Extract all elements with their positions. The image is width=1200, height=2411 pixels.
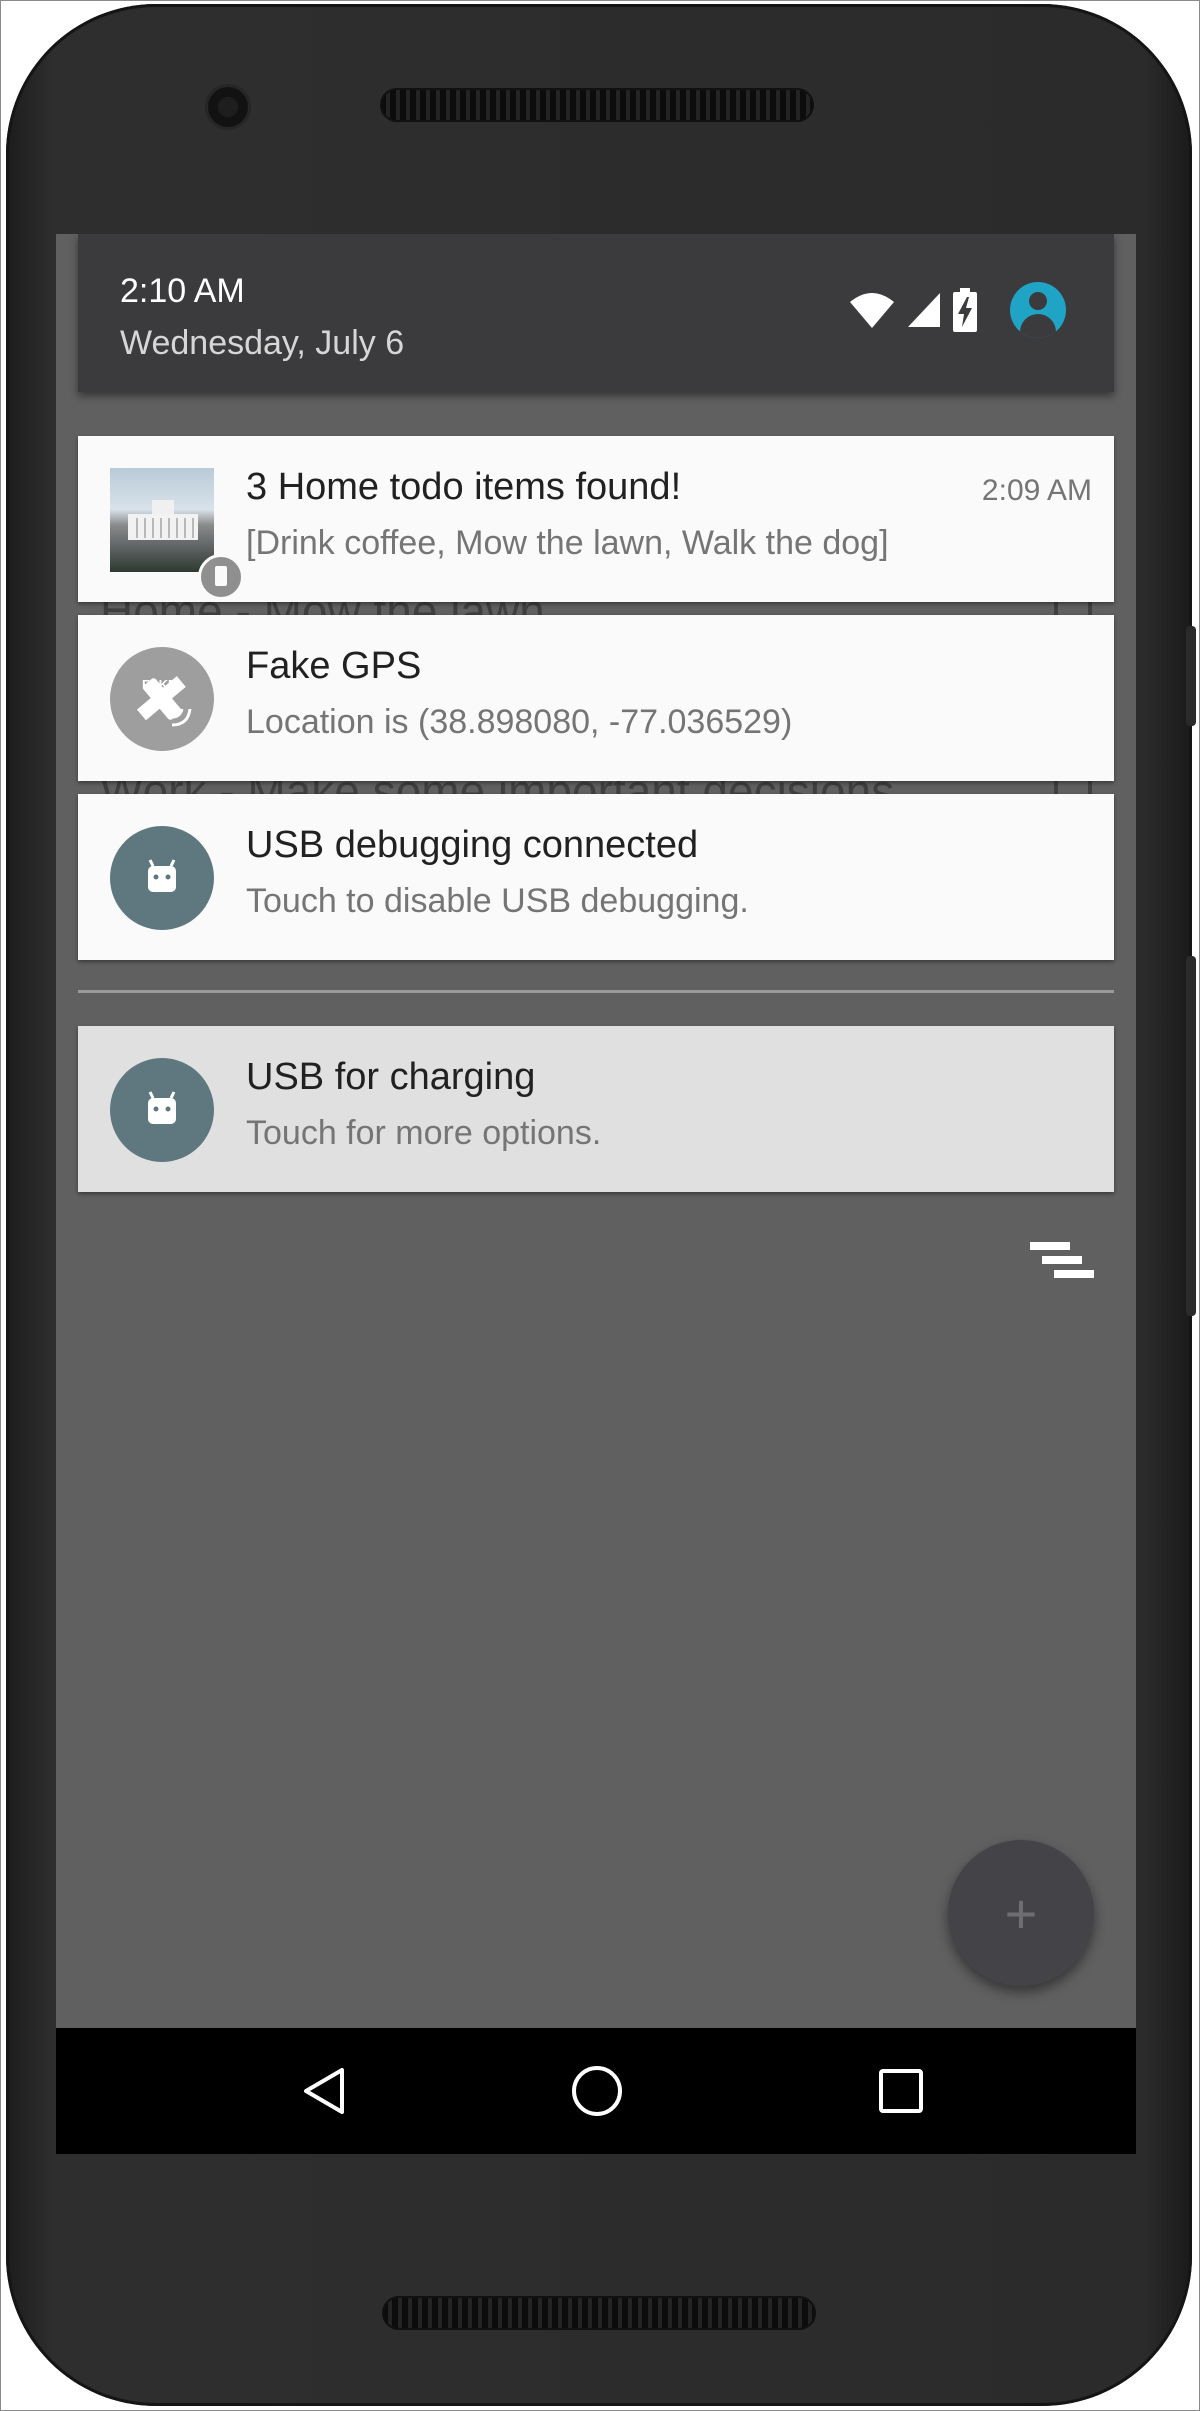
notification-text: Location is (38.898080, -77.036529) xyxy=(246,703,793,741)
date: Wednesday, July 6 xyxy=(120,324,405,362)
notification-title: USB for charging xyxy=(246,1056,536,1098)
plus-icon: + xyxy=(1004,1881,1038,1945)
volume-button xyxy=(1186,956,1196,1316)
front-camera xyxy=(208,87,248,127)
svg-text:FAKE: FAKE xyxy=(142,677,177,692)
fake-gps-satellite-icon: FAKE xyxy=(110,647,214,751)
account-icon[interactable] xyxy=(1010,282,1066,338)
phone-badge-icon xyxy=(198,554,244,600)
notification-todo[interactable]: 3 Home todo items found! [Drink coffee, … xyxy=(78,436,1114,602)
clock: 2:10 AM xyxy=(120,272,245,310)
notification-text: Touch for more options. xyxy=(246,1114,602,1152)
notification-title: USB debugging connected xyxy=(246,824,699,866)
back-icon[interactable] xyxy=(292,2058,358,2124)
screen: Home - Mow the lawn Work - Make some imp… xyxy=(56,234,1136,2154)
quick-settings-header[interactable]: 2:10 AM Wednesday, July 6 xyxy=(78,234,1114,392)
notification-text: Touch to disable USB debugging. xyxy=(246,882,749,920)
white-house-thumbnail xyxy=(110,468,214,572)
navigation-bar xyxy=(56,2028,1136,2154)
bottom-speaker xyxy=(382,2296,816,2330)
recents-icon[interactable] xyxy=(868,2058,934,2124)
android-icon xyxy=(110,826,214,930)
notification-usb-charging[interactable]: USB for charging Touch for more options. xyxy=(78,1026,1114,1192)
notification-usb-debugging[interactable]: USB debugging connected Touch to disable… xyxy=(78,794,1114,960)
power-button xyxy=(1186,626,1196,726)
notification-title: Fake GPS xyxy=(246,645,422,687)
notification-fake-gps[interactable]: FAKE Fake GPS Location is (38.898080, -7… xyxy=(78,615,1114,781)
notification-text: [Drink coffee, Mow the lawn, Walk the do… xyxy=(246,524,889,562)
status-icons xyxy=(848,282,1066,338)
notification-time: 2:09 AM xyxy=(981,474,1092,507)
android-icon xyxy=(110,1058,214,1162)
home-icon[interactable] xyxy=(564,2058,630,2124)
add-button[interactable]: + xyxy=(948,1840,1094,1986)
notification-divider xyxy=(78,990,1114,993)
wifi-icon xyxy=(850,293,894,328)
notification-title: 3 Home todo items found! xyxy=(246,466,682,508)
clear-all-icon[interactable] xyxy=(1030,1242,1094,1292)
cell-signal-icon xyxy=(908,293,940,327)
top-speaker xyxy=(380,88,814,122)
battery-charging-icon xyxy=(953,288,977,332)
